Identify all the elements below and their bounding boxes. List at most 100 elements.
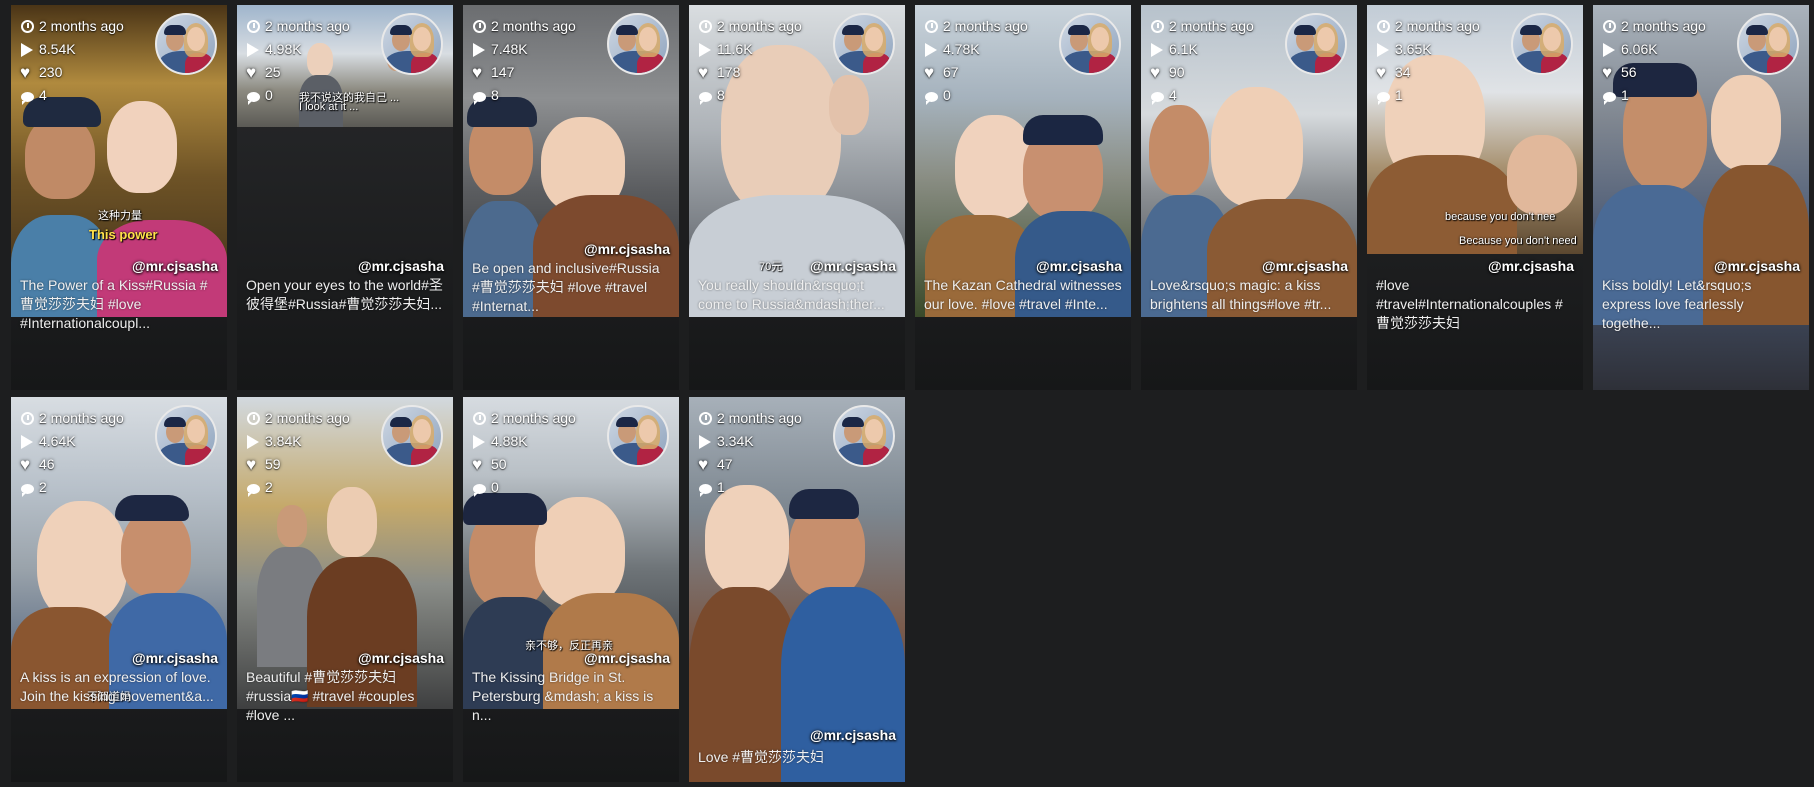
- creator-handle[interactable]: @mr.cjsasha: [358, 258, 444, 274]
- clock-icon: [247, 412, 260, 425]
- comment-count: 2: [247, 476, 350, 499]
- person-silhouette: [277, 505, 307, 547]
- play-icon: [247, 434, 259, 449]
- like-count-text: 147: [491, 64, 515, 80]
- creator-avatar[interactable]: [155, 13, 217, 75]
- view-count-text: 4.88K: [491, 433, 528, 449]
- video-card[interactable]: 2 months ago 3.34K 47 1 @mr.cjsasha Love #曹觉莎…: [689, 397, 905, 782]
- creator-avatar[interactable]: [833, 13, 895, 75]
- video-card[interactable]: 2 months ago4.98K250我不说这的我自己 ...I look a…: [237, 5, 453, 390]
- person-silhouette: [107, 101, 177, 193]
- comment-count-text: 8: [491, 87, 499, 103]
- creator-handle[interactable]: @mr.cjsasha: [1714, 258, 1800, 274]
- video-card[interactable]: 2 months ago4.64K462不知道妈@mr.cjsashaA kis…: [11, 397, 227, 782]
- comment-count: 4: [1151, 84, 1254, 107]
- clock-icon: [1377, 20, 1390, 33]
- posted-time-text: 2 months ago: [39, 18, 124, 34]
- play-icon: [21, 42, 33, 57]
- creator-handle[interactable]: @mr.cjsasha: [1036, 258, 1122, 274]
- clock-icon: [473, 20, 486, 33]
- posted-time-text: 2 months ago: [1621, 18, 1706, 34]
- comment-count-text: 4: [1169, 87, 1177, 103]
- video-card[interactable]: 2 months ago 11.6K 178 8 70元 @mr.cjsasha You r…: [689, 5, 905, 390]
- avatar-part: [164, 25, 186, 35]
- video-stats: 2 months ago 8.54K 230 4: [20, 15, 124, 107]
- view-count-text: 3.34K: [717, 433, 754, 449]
- video-caption[interactable]: Kiss boldly! Let&rsquo;s express love fe…: [1602, 276, 1800, 333]
- creator-handle[interactable]: @mr.cjsasha: [584, 241, 670, 257]
- video-card[interactable]: 2 months ago 7.48K 147 8 @mr.cjsasha Be open …: [463, 5, 679, 390]
- posted-time-text: 2 months ago: [943, 18, 1028, 34]
- video-caption[interactable]: Love #曹觉莎莎夫妇: [698, 748, 896, 767]
- like-count: 59: [246, 453, 350, 476]
- video-card[interactable]: 2 months ago 6.06K 56 1 @mr.cjsasha Kiss bold…: [1593, 5, 1809, 390]
- view-count-text: 4.98K: [265, 41, 302, 57]
- clock-icon: [699, 412, 712, 425]
- heart-icon: [20, 453, 34, 476]
- video-caption[interactable]: Love&rsquo;s magic: a kiss brightens all…: [1150, 276, 1348, 314]
- comment-count: 0: [473, 476, 576, 499]
- video-caption[interactable]: Open your eyes to the world#圣彼得堡#Russia#…: [246, 276, 444, 314]
- like-count-text: 230: [39, 64, 63, 80]
- creator-avatar[interactable]: [607, 405, 669, 467]
- creator-avatar[interactable]: [1059, 13, 1121, 75]
- person-silhouette: [37, 501, 127, 621]
- creator-avatar[interactable]: [1285, 13, 1347, 75]
- video-card[interactable]: 2 months ago4.88K500亲不够，反正再亲@mr.cjsashaT…: [463, 397, 679, 782]
- creator-avatar[interactable]: [381, 405, 443, 467]
- video-caption[interactable]: You really shouldn&rsquo;t come to Russi…: [698, 276, 896, 314]
- video-caption[interactable]: Beautiful #曹觉莎莎夫妇 #russia🇷🇺 #travel #cou…: [246, 668, 444, 725]
- video-card[interactable]: 2 months ago 8.54K 230 4 这种力量 This power @mr.c…: [11, 5, 227, 390]
- video-card[interactable]: 2 months ago 3.65K 34 1 because you don't ne…: [1367, 5, 1583, 390]
- comment-count: 0: [925, 84, 1028, 107]
- creator-handle[interactable]: @mr.cjsasha: [810, 258, 896, 274]
- avatar-part: [639, 27, 657, 51]
- video-card[interactable]: 2 months ago 4.78K 67 0 @mr.cjsasha The Kazan…: [915, 5, 1131, 390]
- play-icon: [925, 42, 937, 57]
- creator-handle[interactable]: @mr.cjsasha: [584, 650, 670, 666]
- video-subtitle: This power: [89, 227, 158, 242]
- avatar-part: [164, 417, 186, 427]
- like-count-text: 56: [1621, 64, 1637, 80]
- comment-icon: [21, 483, 34, 497]
- video-caption[interactable]: The Kissing Bridge in St. Petersburg &md…: [472, 668, 670, 725]
- like-count: 230: [20, 61, 124, 84]
- avatar-part: [1769, 27, 1787, 51]
- video-card[interactable]: 2 months ago 3.84K 59 2 @mr.cjsasha Beautiful…: [237, 397, 453, 782]
- clock-icon: [247, 20, 260, 33]
- creator-handle[interactable]: @mr.cjsasha: [132, 650, 218, 666]
- like-count: 178: [698, 61, 802, 84]
- avatar-part: [616, 25, 638, 35]
- creator-handle[interactable]: @mr.cjsasha: [358, 650, 444, 666]
- creator-avatar[interactable]: [607, 13, 669, 75]
- view-count: 7.48K: [473, 38, 576, 61]
- video-caption[interactable]: A kiss is an expression of love. Join th…: [20, 668, 218, 706]
- creator-avatar[interactable]: [381, 13, 443, 75]
- view-count: 3.84K: [247, 430, 350, 453]
- person-silhouette: [115, 495, 189, 521]
- comment-count-text: 4: [39, 87, 47, 103]
- video-caption[interactable]: Be open and inclusive#Russia #曹觉莎莎夫妇 #lo…: [472, 259, 670, 316]
- creator-avatar[interactable]: [833, 405, 895, 467]
- creator-avatar[interactable]: [1737, 13, 1799, 75]
- creator-avatar[interactable]: [155, 405, 217, 467]
- comment-icon: [247, 91, 260, 105]
- avatar-part: [1317, 27, 1335, 51]
- view-count: 3.34K: [699, 430, 802, 453]
- creator-handle[interactable]: @mr.cjsasha: [810, 727, 896, 743]
- person-silhouette: [25, 115, 95, 199]
- view-count: 6.06K: [1603, 38, 1706, 61]
- creator-avatar[interactable]: [1511, 13, 1573, 75]
- video-card[interactable]: 2 months ago 6.1K 90 4 @mr.cjsasha Love&rsquo…: [1141, 5, 1357, 390]
- creator-handle[interactable]: @mr.cjsasha: [1488, 258, 1574, 274]
- creator-handle[interactable]: @mr.cjsasha: [1262, 258, 1348, 274]
- creator-handle[interactable]: @mr.cjsasha: [132, 258, 218, 274]
- video-caption[interactable]: The Kazan Cathedral witnesses our love. …: [924, 276, 1122, 314]
- heart-icon: [1150, 61, 1164, 84]
- video-caption[interactable]: The Power of a Kiss#Russia #曹觉莎莎夫妇 #love…: [20, 276, 218, 333]
- clock-icon: [473, 412, 486, 425]
- comment-count-text: 1: [1395, 87, 1403, 103]
- play-icon: [1377, 42, 1389, 57]
- comment-icon: [473, 483, 486, 497]
- video-caption[interactable]: #love #travel#Internationalcouples #曹觉莎莎…: [1376, 276, 1574, 333]
